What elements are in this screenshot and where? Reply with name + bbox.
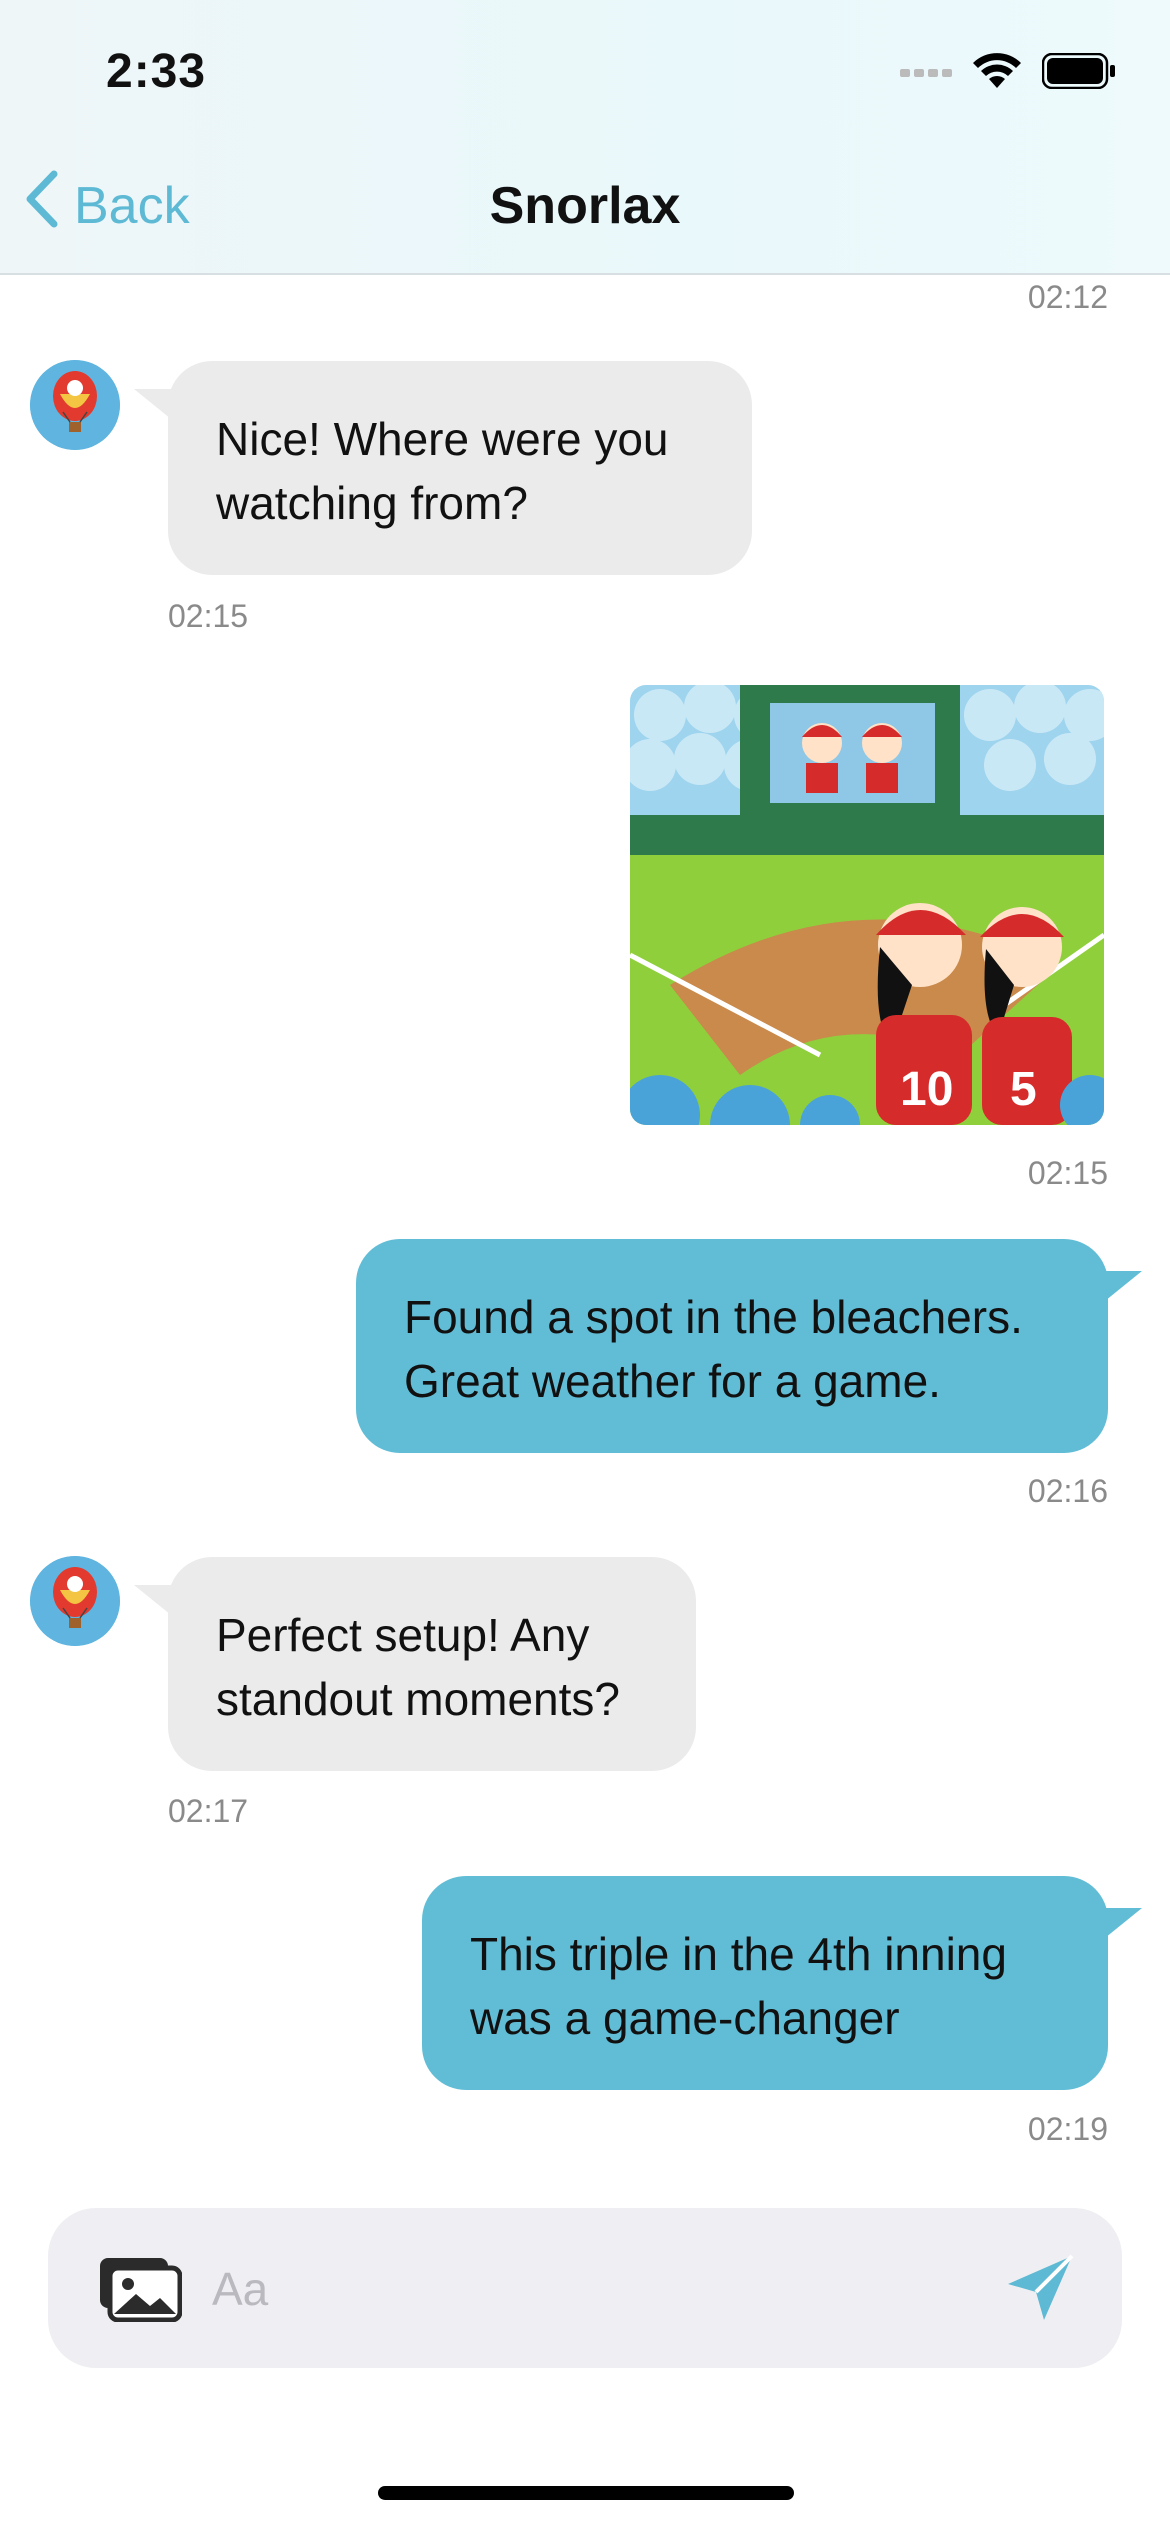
incoming-message-bubble[interactable]: Nice! Where were you watching from? [134,361,752,575]
incoming-message-bubble[interactable]: Perfect setup! Any standout moments? [134,1557,696,1771]
contact-avatar[interactable] [30,1556,120,1646]
message-text: This triple in the 4th inning was a game… [470,1928,1007,2044]
message-timestamp: 02:15 [168,598,249,634]
svg-text:10: 10 [900,1063,953,1116]
photo-gallery-icon[interactable] [98,2256,183,2327]
status-time: 2:33 [106,45,207,98]
message-text: Found a spot in the bleachers. Great wea… [404,1291,1023,1407]
header: 2:33 Back Snorlax [0,0,1170,275]
message-list[interactable]: 02:12 Nice! Where were you watching from… [0,275,1170,2175]
outgoing-message-bubble[interactable]: Found a spot in the bleachers. Great wea… [356,1239,1142,1453]
cellular-signal-icon [900,64,952,83]
paper-plane-icon [1008,2254,1074,2320]
message-timestamp: 02:12 [1027,279,1108,315]
hot-air-balloon-icon [30,360,120,450]
message-timestamp: 02:17 [168,1793,249,1829]
chat-title: Snorlax [489,177,681,235]
message-text: Perfect setup! Any standout moments? [216,1609,621,1725]
status-icons [900,52,1116,95]
message-text: Nice! Where were you watching from? [216,413,669,529]
outgoing-message-bubble[interactable]: This triple in the 4th inning was a game… [422,1876,1142,2090]
message-input[interactable] [210,2248,994,2330]
battery-icon [1041,52,1116,94]
message-timestamp: 02:19 [1027,2111,1108,2147]
send-button[interactable] [1004,2252,1076,2329]
home-indicator [378,2486,794,2500]
message-composer [48,2208,1122,2368]
baseball-stadium-fans-image: 10 5 [630,685,1104,1125]
shared-image[interactable]: 10 5 [630,685,1104,1125]
message-timestamp: 02:16 [1027,1473,1108,1509]
hot-air-balloon-icon [30,1556,120,1646]
svg-text:5: 5 [1010,1063,1037,1116]
wifi-icon [972,52,1022,95]
contact-avatar[interactable] [30,360,120,450]
message-timestamp: 02:15 [1027,1155,1108,1191]
